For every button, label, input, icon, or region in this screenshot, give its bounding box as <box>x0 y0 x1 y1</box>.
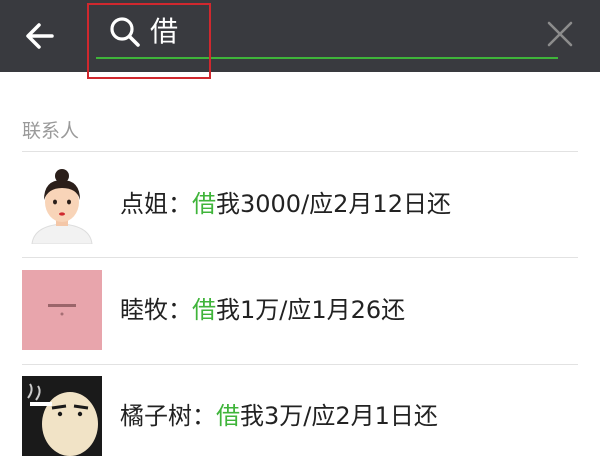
clear-button[interactable] <box>544 18 576 50</box>
contact-name: 睦牧： <box>120 296 192 324</box>
search-icon <box>110 17 140 47</box>
avatar <box>22 270 102 350</box>
contact-name: 橘子树： <box>120 402 216 430</box>
avatar <box>22 376 102 456</box>
girl-cartoon-avatar-image <box>22 164 102 244</box>
matched-keyword: 借 <box>192 190 216 218</box>
section-title-contacts: 联系人 <box>22 120 80 142</box>
contact-row[interactable]: 睦牧：借我1万/应1月26还 <box>0 258 600 362</box>
close-icon <box>547 21 573 47</box>
arrow-left-icon <box>26 23 54 49</box>
contact-text: 睦牧：借我1万/应1月26还 <box>120 291 405 329</box>
search-field[interactable]: 借 <box>96 10 586 62</box>
contact-name: 点姐： <box>120 190 192 218</box>
search-header: 借 <box>0 0 600 72</box>
contact-text: 橘子树：借我3万/应2月1日还 <box>120 397 438 435</box>
contact-remark: 我3万/应2月1日还 <box>240 402 438 430</box>
contact-remark: 我1万/应1月26还 <box>216 296 406 324</box>
contact-row[interactable]: 橘子树：借我3万/应2月1日还 <box>0 364 600 468</box>
contact-text: 点姐：借我3000/应2月12日还 <box>120 185 451 223</box>
search-underline <box>96 57 558 59</box>
contact-row[interactable]: 点姐：借我3000/应2月12日还 <box>0 152 600 256</box>
avatar <box>22 164 102 244</box>
smoking-cartoon-avatar-image <box>22 376 102 456</box>
search-input[interactable]: 借 <box>150 14 178 50</box>
matched-keyword: 借 <box>192 296 216 324</box>
back-button[interactable] <box>22 18 58 54</box>
contact-remark: 我3000/应2月12日还 <box>216 190 451 218</box>
pink-square-avatar-image <box>22 270 102 350</box>
matched-keyword: 借 <box>216 402 240 430</box>
